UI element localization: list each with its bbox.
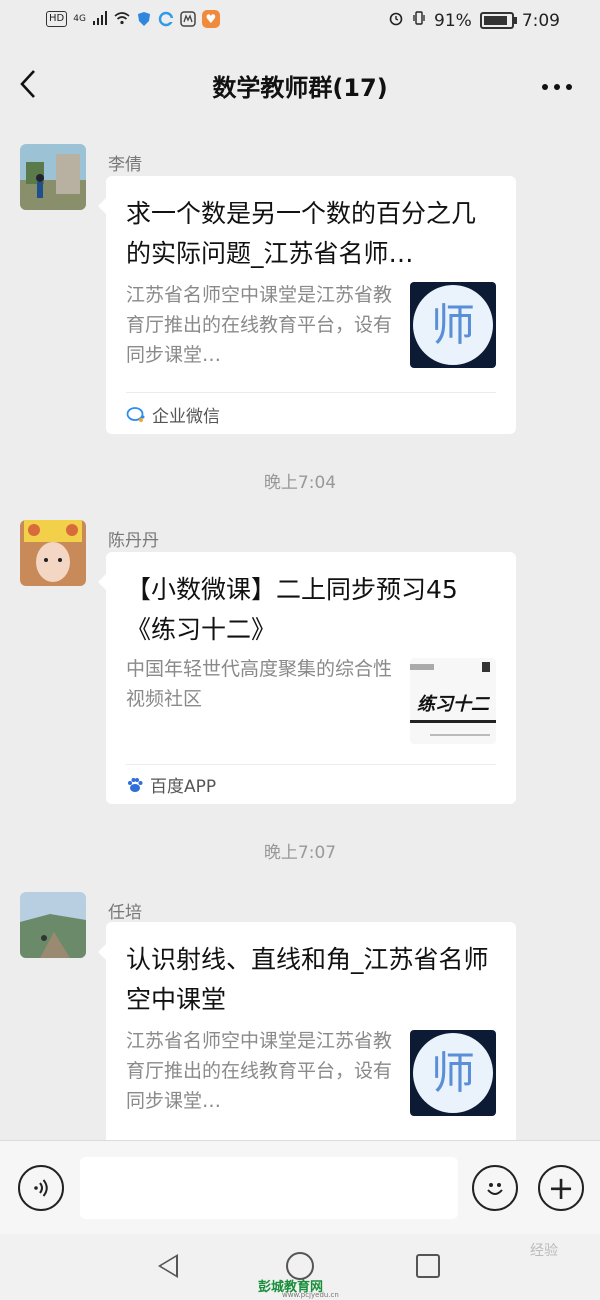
source-label: 企业微信: [152, 407, 220, 427]
card-title: 【小数微课】二上同步预习45《练习十二》: [126, 575, 458, 644]
thumbnail-text: 师: [431, 1048, 475, 1099]
avatar[interactable]: [20, 144, 86, 210]
emoji-icon: [487, 1183, 503, 1195]
page-title: 数学教师群(17): [212, 74, 388, 102]
timestamp: 晚上7:04: [263, 473, 337, 493]
card-divider: [126, 392, 496, 393]
card-source: 企业微信: [126, 402, 220, 427]
network-type: 4G: [73, 14, 86, 24]
card-description: 中国年轻世代高度聚集的综合性视频社区: [126, 658, 393, 710]
watermark-jingyan: 经验: [530, 1243, 558, 1259]
vibrate-icon: [412, 10, 426, 31]
link-card[interactable]: 求一个数是另一个数的百分之几的实际问题_江苏省名师… 江苏省名师空中课堂是江苏省…: [98, 176, 516, 434]
more-button[interactable]: [540, 58, 574, 110]
watermark-url: www.pcjyedu.cn: [282, 1291, 339, 1299]
health-icon: ♥: [201, 10, 220, 28]
more-dots-icon: [542, 84, 572, 90]
title-bar: 数学教师群(17): [0, 50, 600, 122]
timestamp: 晚上7:07: [263, 843, 337, 863]
plus-icon: +: [547, 1169, 575, 1207]
sender-name: 任培: [108, 903, 142, 923]
wecom-icon: [126, 406, 145, 422]
link-card[interactable]: 【小数微课】二上同步预习45《练习十二》 中国年轻世代高度聚集的综合性视频社区 …: [98, 552, 516, 804]
card-description: 江苏省名师空中课堂是江苏省教育厅推出的在线教育平台，设有同步课堂…: [126, 1030, 393, 1112]
avatar[interactable]: [20, 892, 86, 958]
wifi-icon: [114, 11, 130, 27]
card-title: 求一个数是另一个数的百分之几的实际问题_江苏省名师…: [126, 199, 477, 268]
card-source: 百度APP: [126, 772, 216, 797]
plus-button[interactable]: +: [538, 1165, 584, 1211]
input-bar: +: [0, 1140, 600, 1235]
status-left: HD 4G ♥: [46, 10, 220, 28]
signal-icon: [92, 11, 108, 27]
card-title: 认识射线、直线和角_江苏省名师空中课堂: [126, 945, 489, 1014]
card-thumbnail: 师: [410, 282, 496, 368]
emoji-button[interactable]: [472, 1165, 518, 1211]
app-icon: [180, 11, 196, 27]
card-thumbnail: 师: [410, 1030, 496, 1116]
thumbnail-text: 师: [431, 300, 475, 351]
chat-area[interactable]: 李倩 求一个数是另一个数的百分之几的实际问题_江苏省名师… 江苏省名师空中课堂是…: [0, 130, 600, 1140]
status-right: 91% 7:09: [388, 10, 560, 31]
card-description: 江苏省名师空中课堂是江苏省教育厅推出的在线教育平台，设有同步课堂…: [126, 284, 393, 366]
sender-name: 陈丹丹: [108, 531, 159, 551]
card-thumbnail: 练习十二: [410, 658, 496, 744]
hd-indicator: HD: [46, 11, 68, 27]
message-input[interactable]: [80, 1157, 458, 1219]
voice-icon: [34, 1179, 48, 1197]
battery-percent: 91%: [434, 10, 472, 31]
thumbnail-text: 练习十二: [417, 694, 491, 715]
shield-icon: [136, 11, 152, 27]
link-card[interactable]: 认识射线、直线和角_江苏省名师空中课堂 江苏省名师空中课堂是江苏省教育厅推出的在…: [98, 922, 516, 1140]
avatar[interactable]: [20, 520, 86, 586]
card-divider: [126, 764, 496, 765]
sender-name: 李倩: [108, 155, 142, 175]
status-bar: HD 4G ♥ 91% 7:09: [0, 0, 600, 44]
nav-back-button[interactable]: [158, 1254, 178, 1278]
nav-recent-button[interactable]: [416, 1254, 440, 1278]
voice-button[interactable]: [18, 1165, 64, 1211]
battery-icon: [479, 12, 517, 29]
alarm-icon: [388, 10, 404, 31]
status-time: 7:09: [521, 10, 560, 31]
browser-icon: [158, 11, 174, 27]
source-label: 百度APP: [150, 777, 217, 797]
baidu-paw-icon: [128, 777, 143, 792]
